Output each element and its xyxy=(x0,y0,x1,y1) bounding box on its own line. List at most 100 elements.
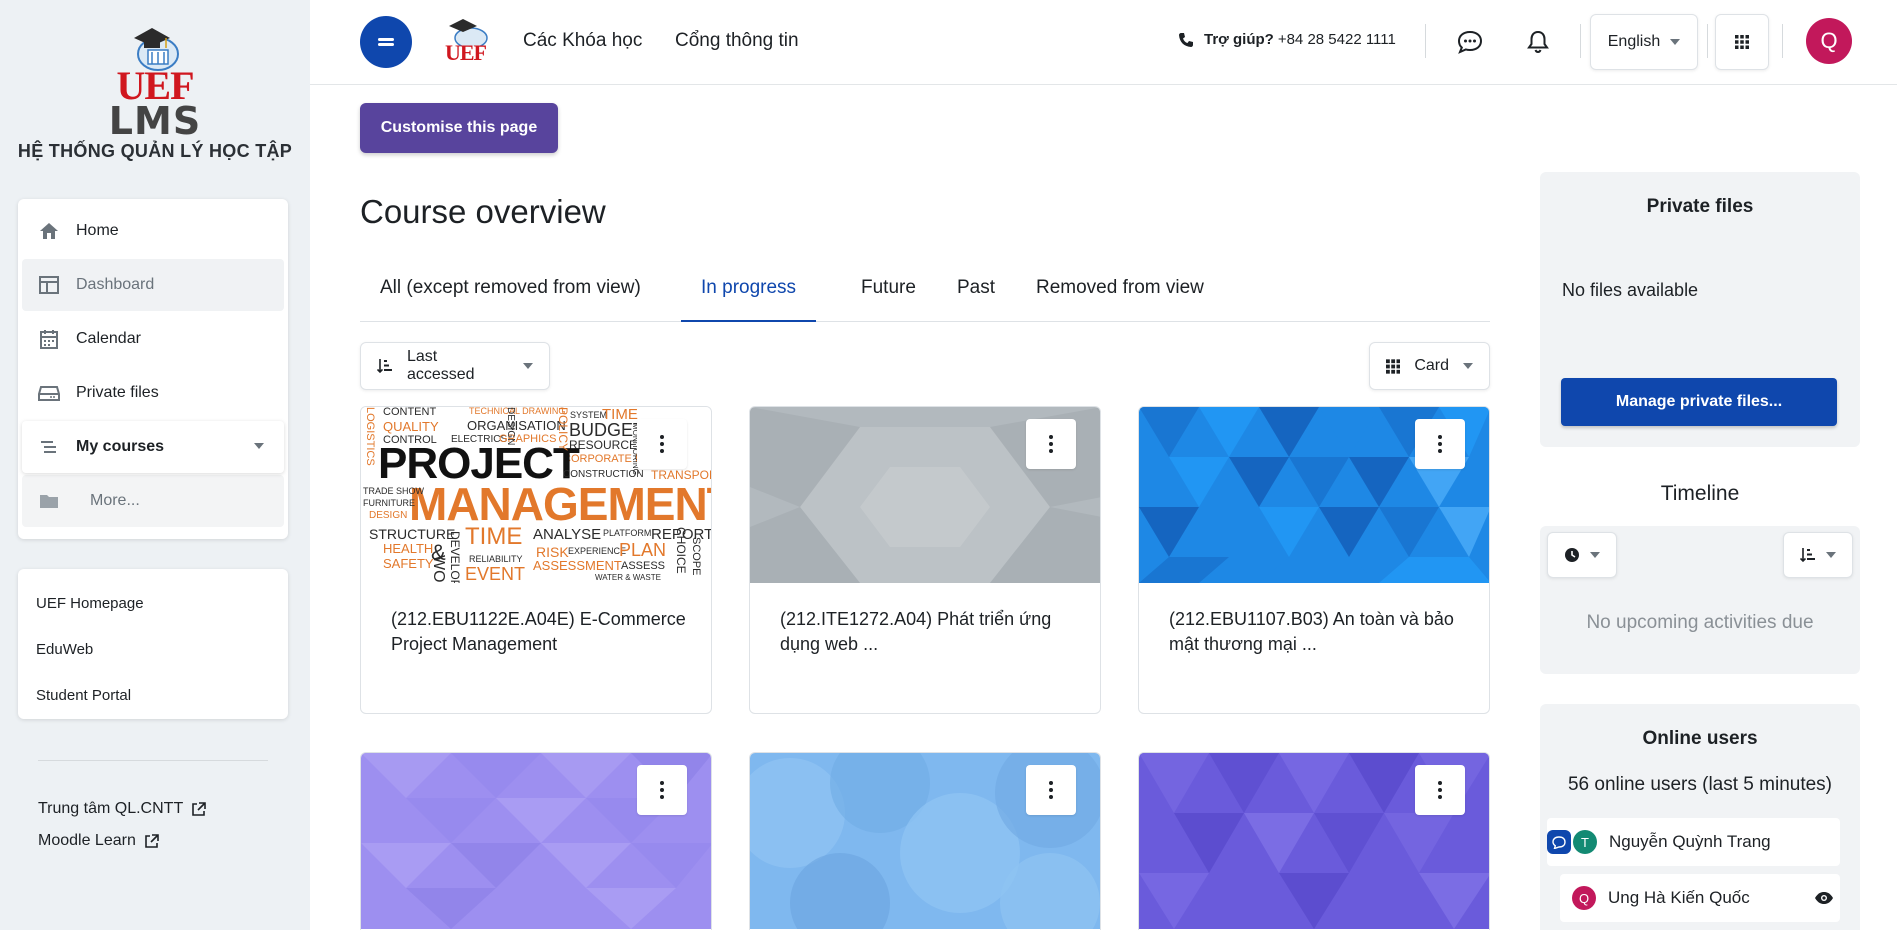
wordcloud-word: LOGISTICS xyxy=(364,407,376,466)
online-user-row[interactable]: Q Ung Hà Kiến Quốc xyxy=(1560,874,1840,922)
nav-courses-link[interactable]: Các Khóa học xyxy=(523,30,642,52)
wordcloud-word: ASSESSMENT xyxy=(533,558,622,573)
timeline-sort-dropdown[interactable] xyxy=(1783,532,1853,578)
view-dropdown[interactable]: Card xyxy=(1369,342,1490,390)
page-title: Course overview xyxy=(360,193,606,230)
course-card[interactable] xyxy=(360,752,712,930)
tab-past[interactable]: Past xyxy=(937,264,1015,322)
wordcloud-word: DEVELOP xyxy=(448,531,462,583)
course-actions-button[interactable] xyxy=(637,765,687,815)
course-title[interactable]: (212.EBU1122E.A04E) E-Commerce Project M… xyxy=(391,607,691,657)
messages-button[interactable] xyxy=(1452,24,1488,60)
timeline-filter-dropdown[interactable] xyxy=(1547,532,1617,578)
user-avatar[interactable]: Q xyxy=(1806,18,1852,64)
notifications-button[interactable] xyxy=(1520,24,1556,60)
custom-links-block: UEF Homepage EduWeb Student Portal xyxy=(18,569,288,719)
chevron-down-icon xyxy=(1590,552,1600,558)
help-contact[interactable]: Trợ giúp? +84 28 5422 1111 xyxy=(1178,31,1396,48)
link-eduweb[interactable]: EduWeb xyxy=(36,627,270,673)
course-card[interactable]: (212.EBU1107.B03) An toàn và bảo mật thư… xyxy=(1138,406,1490,714)
tab-removed[interactable]: Removed from view xyxy=(1016,264,1224,322)
course-card[interactable]: CONTENT QUALITY CONTROL TECHNICAL DRAWIN… xyxy=(360,406,712,714)
course-actions-button[interactable] xyxy=(1026,419,1076,469)
wordcloud-word: DESIGN xyxy=(369,510,408,521)
wordcloud-word: FURNITURE xyxy=(363,498,415,508)
clock-icon xyxy=(1565,548,1579,562)
sidebar-item-dashboard[interactable]: Dashboard xyxy=(22,259,284,311)
link-trung-tam-ql-cntt[interactable]: Trung tâm QL.CNTT xyxy=(38,800,207,818)
bell-icon xyxy=(1527,30,1549,54)
sidebar-item-private-files[interactable]: Private files xyxy=(22,367,284,419)
tab-future[interactable]: Future xyxy=(841,264,936,322)
sidebar-item-my-courses[interactable]: My courses xyxy=(22,421,284,473)
sidebar-item-label: Private files xyxy=(76,384,159,401)
tab-all[interactable]: All (except removed from view) xyxy=(360,264,661,322)
menu-icon xyxy=(378,36,394,48)
wordcloud-word: SCOPE xyxy=(690,537,702,576)
help-phone: +84 28 5422 1111 xyxy=(1277,31,1396,48)
phone-icon xyxy=(1179,32,1193,47)
sidebar-item-label: Dashboard xyxy=(76,276,155,293)
primary-navigation: Home Dashboard Calendar Private files My… xyxy=(18,199,288,539)
link-label: Trung tâm QL.CNTT xyxy=(38,800,184,817)
sidebar-divider xyxy=(38,760,268,761)
sort-icon xyxy=(377,359,392,374)
customise-page-button[interactable]: Customise this page xyxy=(360,103,558,153)
wordcloud-word: WORK xyxy=(430,555,447,583)
wordcloud-word: RELIABILITY xyxy=(469,554,523,564)
wordcloud-word: RISK xyxy=(536,544,569,560)
course-card[interactable] xyxy=(749,752,1101,930)
wordcloud-word: ANALYSE xyxy=(533,526,602,543)
apps-menu-button[interactable] xyxy=(1715,14,1769,70)
language-menu[interactable]: English xyxy=(1590,14,1698,70)
course-card[interactable] xyxy=(1138,752,1490,930)
course-actions-button[interactable] xyxy=(1026,765,1076,815)
link-moodle-learn[interactable]: Moodle Learn xyxy=(38,832,159,850)
course-actions-button[interactable] xyxy=(1415,419,1465,469)
message-icon[interactable] xyxy=(1547,830,1571,854)
wordcloud-word: MANAGEMENT xyxy=(409,478,712,530)
course-actions-button[interactable] xyxy=(1415,765,1465,815)
drawer-toggle-button[interactable] xyxy=(360,16,412,68)
link-uef-homepage[interactable]: UEF Homepage xyxy=(36,581,270,627)
navbar-logo-text: UEF xyxy=(445,40,487,65)
course-card[interactable]: (212.ITE1272.A04) Phát triển ứng dụng we… xyxy=(749,406,1101,714)
online-user-row[interactable]: T Nguyễn Quỳnh Trang xyxy=(1547,818,1840,866)
drive-icon xyxy=(38,382,60,404)
logo-mark: UEF LMS xyxy=(90,18,220,141)
timeline-block: No upcoming activities due xyxy=(1540,526,1860,674)
navbar-logo[interactable]: UEF xyxy=(443,16,493,66)
wordcloud-word: CHOICE xyxy=(674,527,688,574)
sidebar-item-calendar[interactable]: Calendar xyxy=(22,313,284,365)
sidebar-item-home[interactable]: Home xyxy=(22,205,284,257)
site-logo[interactable]: UEF LMS HỆ THỐNG QUẢN LÝ HỌC TẬP xyxy=(0,18,310,162)
manage-private-files-button[interactable]: Manage private files... xyxy=(1561,378,1837,426)
course-title[interactable]: (212.ITE1272.A04) Phát triển ứng dụng we… xyxy=(780,607,1080,657)
wordcloud-word: POLICY xyxy=(556,407,570,452)
link-student-portal[interactable]: Student Portal xyxy=(36,673,270,719)
link-label: Moodle Learn xyxy=(38,832,136,849)
tab-in-progress[interactable]: In progress xyxy=(681,264,817,322)
nav-portal-link[interactable]: Cổng thông tin xyxy=(675,30,799,52)
language-label: English xyxy=(1607,33,1661,50)
top-navbar: UEF Các Khóa học Cổng thông tin Trợ giúp… xyxy=(310,0,1897,85)
logo-lms-text: LMS xyxy=(108,99,202,143)
private-files-empty: No files available xyxy=(1562,280,1699,300)
left-sidebar: UEF LMS HỆ THỐNG QUẢN LÝ HỌC TẬP Home Da… xyxy=(0,0,310,930)
course-title[interactable]: (212.EBU1107.B03) An toàn và bảo mật thư… xyxy=(1169,607,1469,657)
user-avatar: T xyxy=(1573,830,1597,854)
block-title: Timeline xyxy=(1660,482,1740,505)
wordcloud-word: CONTENT xyxy=(383,407,437,418)
sidebar-item-more[interactable]: More... xyxy=(22,475,284,527)
timeline-empty: No upcoming activities due xyxy=(1586,612,1814,633)
wordcloud-word: ORGANISATION xyxy=(467,418,566,433)
wordcloud-word: QUALITY xyxy=(383,419,439,434)
course-actions-button[interactable] xyxy=(637,419,687,469)
sort-dropdown[interactable]: Last accessed xyxy=(360,342,550,390)
message-icon xyxy=(1457,30,1483,54)
eye-icon[interactable] xyxy=(1814,891,1834,905)
external-link-icon xyxy=(145,833,159,848)
sidebar-item-label: Home xyxy=(76,222,119,239)
list-icon xyxy=(38,436,60,458)
block-title: Online users xyxy=(1642,728,1758,749)
